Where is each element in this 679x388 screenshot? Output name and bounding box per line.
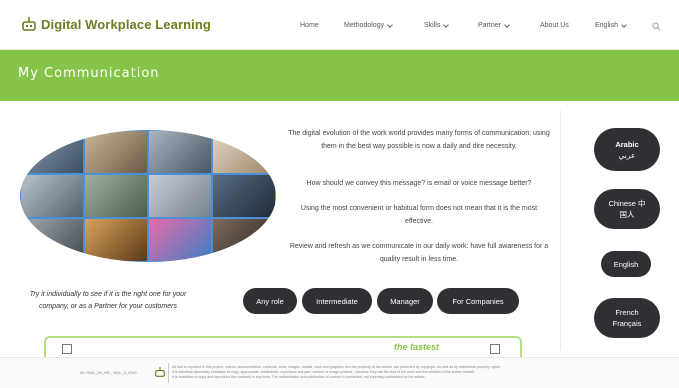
- for-companies-button[interactable]: For Companies: [437, 288, 519, 314]
- nav-item-label: Partner: [478, 22, 501, 29]
- nav-item-label: Home: [300, 22, 319, 29]
- nav-item-partner[interactable]: Partner: [478, 21, 510, 29]
- promo-box: the fastest: [44, 336, 522, 358]
- language-button-chinese[interactable]: Chinese 中 国人: [594, 189, 660, 229]
- nav-item-label: Methodology: [344, 22, 385, 29]
- language-label: Chinese 中: [608, 199, 646, 208]
- nav-item-label: English: [595, 22, 618, 29]
- photo-collage: [20, 130, 276, 262]
- page-banner: My Communication: [0, 50, 679, 101]
- review-paragraph: Review and refresh as we communicate in …: [289, 243, 549, 263]
- promo-text: the fastest: [394, 342, 440, 352]
- footer-logo-icon: [155, 367, 165, 377]
- nav-item-label: Skills: [424, 22, 441, 29]
- chevron-down-icon: [621, 21, 627, 28]
- column-divider: [560, 110, 561, 350]
- language-label: Arabic: [615, 139, 639, 149]
- collage-photo: [212, 130, 276, 174]
- partner-note: Try it individually to see if it is the …: [29, 291, 187, 310]
- nav-item-label: About Us: [540, 22, 569, 29]
- intro-paragraph: The digital evolution of the work world …: [288, 130, 550, 150]
- main-nav: Home Methodology Skills Partner About Us…: [0, 21, 679, 34]
- language-label: French: [615, 308, 639, 317]
- language-button-english[interactable]: English: [601, 251, 651, 277]
- chevron-down-icon: [504, 21, 510, 28]
- collage-photo: [148, 218, 212, 262]
- collage-photo: [148, 130, 212, 174]
- collage-photo: [20, 174, 84, 218]
- language-button-french[interactable]: French Français: [594, 298, 660, 338]
- effectiveness-paragraph: Using the most convenient or habitual fo…: [300, 205, 538, 225]
- copyright-line: It is forbidden to copy and reproduce th…: [172, 375, 426, 379]
- collage-photo: [20, 218, 84, 262]
- site-header: Digital Workplace Learning Home Methodol…: [0, 0, 679, 50]
- language-native-label: Français: [612, 319, 642, 328]
- collage-photo: [84, 218, 148, 262]
- footer-separator: [168, 363, 169, 383]
- chevron-down-icon: [443, 21, 450, 28]
- site-footer: IN: DWL_06_HR_ MDL_0_ENG All that is rep…: [0, 357, 679, 388]
- manager-button[interactable]: Manager: [377, 288, 433, 314]
- intermediate-button[interactable]: Intermediate: [302, 288, 372, 314]
- copyright-notice: All that is reported in this project, vi…: [172, 365, 612, 380]
- question-paragraph: How should we convey this message? is em…: [306, 180, 532, 187]
- any-role-button[interactable]: Any role: [243, 288, 297, 314]
- collage-photo: [84, 174, 148, 218]
- collage-photo: [212, 218, 276, 262]
- nav-item-skills[interactable]: Skills: [424, 21, 450, 29]
- nav-item-language[interactable]: English: [595, 21, 627, 29]
- nav-item-about-us[interactable]: About Us: [540, 22, 569, 29]
- collage-photo: [212, 174, 276, 218]
- collage-photo: [20, 130, 84, 174]
- document-code: IN: DWL_06_HR_ MDL_0_ENG: [80, 370, 137, 375]
- page-title: My Communication: [18, 66, 160, 81]
- language-native-label: عربي: [618, 150, 636, 160]
- language-button-arabic[interactable]: Arabic عربي: [594, 128, 660, 171]
- chevron-down-icon: [387, 21, 393, 28]
- collage-photo: [84, 130, 148, 174]
- collage-photo: [148, 174, 212, 218]
- search-icon[interactable]: [652, 22, 661, 31]
- language-native-label: 国人: [619, 210, 635, 219]
- nav-item-home[interactable]: Home: [300, 22, 319, 29]
- language-label: English: [613, 259, 639, 269]
- checkbox[interactable]: [490, 344, 500, 354]
- checkbox[interactable]: [62, 344, 72, 354]
- nav-item-methodology[interactable]: Methodology: [344, 21, 393, 29]
